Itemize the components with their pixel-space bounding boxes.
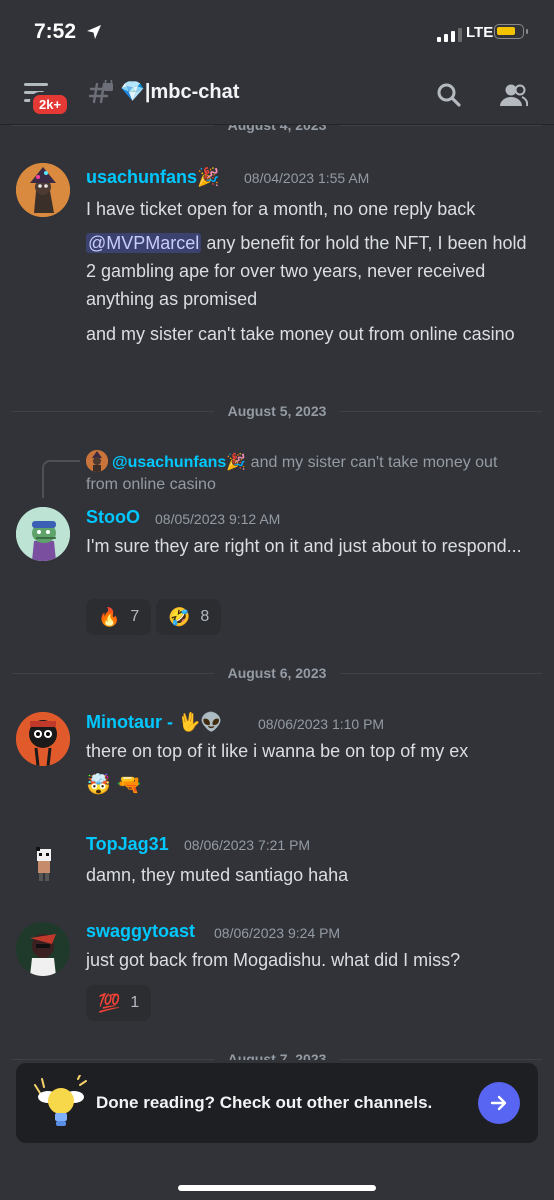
- reaction-chip[interactable]: 🔥 7: [86, 599, 152, 635]
- arrow-right-icon: [490, 1095, 507, 1111]
- message-username[interactable]: Minotaur - 🖖👽: [86, 712, 223, 733]
- status-time: 7:52: [34, 20, 77, 43]
- date-divider: August 6, 2023: [12, 663, 543, 683]
- reaction-chip[interactable]: 💯 1: [86, 985, 152, 1021]
- search-icon[interactable]: [436, 82, 462, 108]
- message-username[interactable]: swaggytoast: [86, 921, 195, 942]
- message-text: I have ticket open for a month, no one r…: [86, 199, 476, 219]
- message-timestamp: 08/04/2023 1:55 AM: [244, 170, 370, 186]
- avatar[interactable]: [16, 835, 70, 889]
- message-timestamp: 08/06/2023 1:10 PM: [258, 716, 385, 732]
- reaction-count: 7: [130, 608, 140, 625]
- reply-connector: [42, 460, 80, 498]
- done-reading-banner[interactable]: Done reading? Check out other channels.: [16, 1063, 538, 1143]
- message-timestamp: 08/05/2023 9:12 AM: [155, 511, 281, 527]
- message-text: there on top of it like i wanna be on to…: [86, 741, 469, 761]
- reply-preview[interactable]: @usachunfans🎉 and my sister can't take m…: [86, 450, 526, 496]
- message-text: and my sister can't take money out from …: [86, 324, 515, 344]
- message-list[interactable]: August 4, 2023 usachunfans🎉 08/04/2023 1…: [0, 125, 554, 1060]
- avatar[interactable]: [16, 163, 70, 217]
- fire-emoji-icon: 🔥: [98, 606, 121, 627]
- network-type: LTE: [466, 24, 494, 41]
- message-timestamp: 08/06/2023 9:24 PM: [214, 925, 341, 941]
- unread-badge: 2k+: [30, 92, 71, 117]
- bottom-bar: [0, 1143, 554, 1200]
- date-divider: August 7, 2023: [12, 1049, 543, 1060]
- channel-header: 2k+ 💎|mbc-chat: [0, 60, 554, 125]
- message-text: I'm sure they are right on it and just a…: [86, 536, 522, 556]
- message-timestamp: 08/06/2023 7:21 PM: [184, 837, 311, 853]
- status-bar: 7:52 LTE: [0, 0, 554, 60]
- reaction-chip[interactable]: 🤣 8: [156, 599, 222, 635]
- rolling-laughing-emoji-icon: 🤣: [168, 606, 191, 627]
- banner-text: Done reading? Check out other channels.: [96, 1093, 433, 1112]
- battery-icon: [494, 24, 528, 39]
- message-username[interactable]: TopJag31: [86, 834, 169, 855]
- reply-avatar: [86, 450, 108, 472]
- home-indicator[interactable]: [178, 1185, 376, 1191]
- locked-channel-hash-icon: [88, 80, 113, 104]
- hundred-points-emoji-icon: 💯: [98, 992, 121, 1013]
- avatar[interactable]: [16, 712, 70, 766]
- message-username[interactable]: StooO: [86, 507, 140, 528]
- message-username[interactable]: usachunfans🎉: [86, 167, 219, 188]
- message-text: @MVPMarcel any benefit for hold the NFT,…: [86, 233, 527, 309]
- message-text: damn, they muted santiago haha: [86, 865, 349, 885]
- members-icon[interactable]: [498, 82, 528, 108]
- reaction-count: 1: [130, 994, 140, 1011]
- date-divider: August 5, 2023: [12, 401, 543, 421]
- user-mention[interactable]: @MVPMarcel: [86, 233, 202, 253]
- reply-username[interactable]: @usachunfans🎉: [112, 454, 246, 471]
- avatar[interactable]: [16, 922, 70, 976]
- next-channel-button[interactable]: [478, 1082, 520, 1124]
- date-divider: August 4, 2023: [12, 125, 543, 135]
- lightbulb-icon: [34, 1075, 87, 1126]
- channel-title[interactable]: 💎|mbc-chat: [120, 79, 239, 104]
- reaction-count: 8: [200, 608, 210, 625]
- cellular-signal-icon: [437, 28, 462, 42]
- location-arrow-icon: [87, 25, 101, 39]
- message-emoji-line: 🤯 🔫: [86, 774, 142, 796]
- avatar[interactable]: [16, 507, 70, 561]
- message-text: just got back from Mogadishu. what did I…: [86, 950, 461, 970]
